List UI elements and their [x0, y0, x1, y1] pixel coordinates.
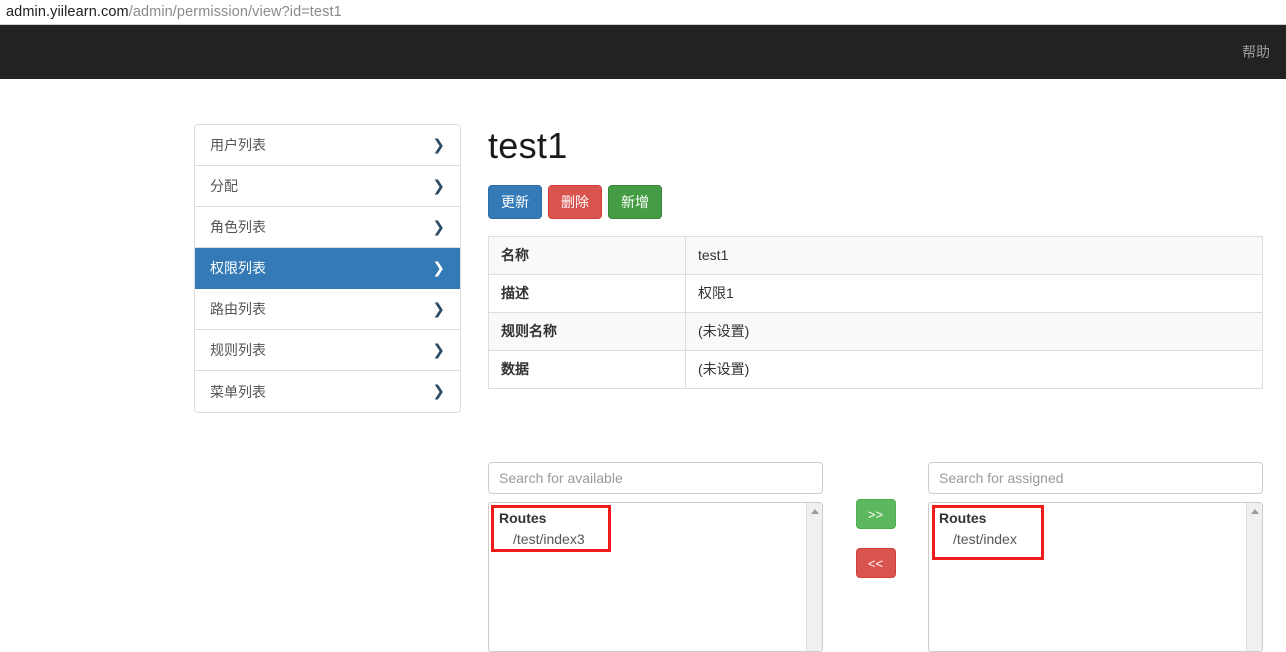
sidebar-item-route-list[interactable]: 路由列表 ❯	[195, 289, 460, 330]
browser-url-bar[interactable]: admin.yiilearn.com/admin/permission/view…	[0, 0, 1286, 25]
sidebar-menu: 用户列表 ❯ 分配 ❯ 角色列表 ❯ 权限列表 ❯ 路由列表 ❯ 规则列表 ❯ …	[194, 124, 461, 413]
transfer-button-column: >> <<	[823, 462, 928, 652]
assigned-list-scrollbar[interactable]	[1246, 503, 1262, 651]
navbar-item-help[interactable]: 帮助	[1242, 42, 1270, 62]
delete-button[interactable]: 删除	[548, 185, 602, 219]
sidebar-item-rule-list[interactable]: 规则列表 ❯	[195, 330, 460, 371]
search-available-input[interactable]	[488, 462, 823, 494]
table-row: 描述 权限1	[488, 274, 1263, 313]
sidebar-item-label: 角色列表	[210, 219, 266, 235]
page-body: 用户列表 ❯ 分配 ❯ 角色列表 ❯ 权限列表 ❯ 路由列表 ❯ 规则列表 ❯ …	[0, 79, 1286, 652]
assigned-group-label: Routes	[939, 510, 987, 526]
create-button[interactable]: 新增	[608, 185, 662, 219]
chevron-right-icon: ❯	[432, 218, 445, 236]
detail-label: 数据	[488, 350, 686, 389]
sidebar-item-user-list[interactable]: 用户列表 ❯	[195, 125, 460, 166]
sidebar-item-permission-list[interactable]: 权限列表 ❯	[195, 248, 460, 289]
sidebar-item-menu-list[interactable]: 菜单列表 ❯	[195, 371, 460, 412]
list-item[interactable]: /test/index	[929, 529, 1247, 551]
detail-value: (未设置)	[685, 350, 1263, 389]
list-item[interactable]: /test/index3	[489, 529, 807, 551]
sidebar-item-assignment[interactable]: 分配 ❯	[195, 166, 460, 207]
top-navbar: 帮助	[0, 25, 1286, 79]
detail-value: 权限1	[685, 274, 1263, 313]
detail-label: 名称	[488, 236, 686, 275]
url-path: /admin/permission/view?id=test1	[128, 4, 342, 20]
action-button-row: 更新 删除 新增	[488, 185, 1263, 219]
assigned-list-box: Routes /test/index	[928, 502, 1263, 652]
assigned-column: Routes /test/index	[928, 462, 1263, 652]
chevron-right-icon: ❯	[432, 383, 445, 400]
chevron-right-icon: ❯	[432, 136, 445, 154]
assigned-list[interactable]: Routes /test/index	[929, 503, 1247, 651]
update-button[interactable]: 更新	[488, 185, 542, 219]
assign-button[interactable]: >>	[855, 499, 896, 529]
table-row: 数据 (未设置)	[488, 350, 1263, 389]
scroll-up-arrow-icon[interactable]	[810, 509, 819, 514]
detail-table: 名称 test1 描述 权限1 规则名称 (未设置) 数据 (未设置)	[488, 236, 1263, 389]
main-content: test1 更新 删除 新增 名称 test1 描述 权限1 规则名称 (未设置…	[488, 124, 1263, 389]
sidebar-item-label: 菜单列表	[210, 383, 266, 400]
url-host: admin.yiilearn.com	[6, 4, 129, 20]
search-assigned-input[interactable]	[928, 462, 1263, 494]
sidebar-item-label: 路由列表	[210, 301, 266, 317]
available-list-box: Routes /test/index3	[488, 502, 823, 652]
detail-value: (未设置)	[685, 312, 1263, 351]
chevron-right-icon: ❯	[432, 177, 445, 195]
available-group-label: Routes	[499, 510, 547, 526]
table-row: 规则名称 (未设置)	[488, 312, 1263, 351]
chevron-right-icon: ❯	[432, 341, 445, 359]
scroll-up-arrow-icon[interactable]	[1250, 509, 1259, 514]
sidebar-item-label: 分配	[210, 178, 238, 194]
available-column: Routes /test/index3	[488, 462, 823, 652]
chevron-right-icon: ❯	[432, 259, 445, 277]
detail-value: test1	[685, 236, 1263, 275]
sidebar-item-label: 规则列表	[210, 342, 266, 358]
chevron-right-icon: ❯	[432, 300, 445, 318]
available-list-scrollbar[interactable]	[806, 503, 822, 651]
table-row: 名称 test1	[488, 236, 1263, 275]
transfer-widget: Routes /test/index3 >> << Routes /test/i…	[488, 462, 1263, 652]
available-list[interactable]: Routes /test/index3	[489, 503, 807, 651]
sidebar-item-label: 用户列表	[210, 137, 266, 153]
sidebar-item-label: 权限列表	[210, 260, 266, 276]
page-title: test1	[488, 125, 568, 166]
sidebar-item-role-list[interactable]: 角色列表 ❯	[195, 207, 460, 248]
detail-label: 规则名称	[488, 312, 686, 351]
detail-label: 描述	[488, 274, 686, 313]
